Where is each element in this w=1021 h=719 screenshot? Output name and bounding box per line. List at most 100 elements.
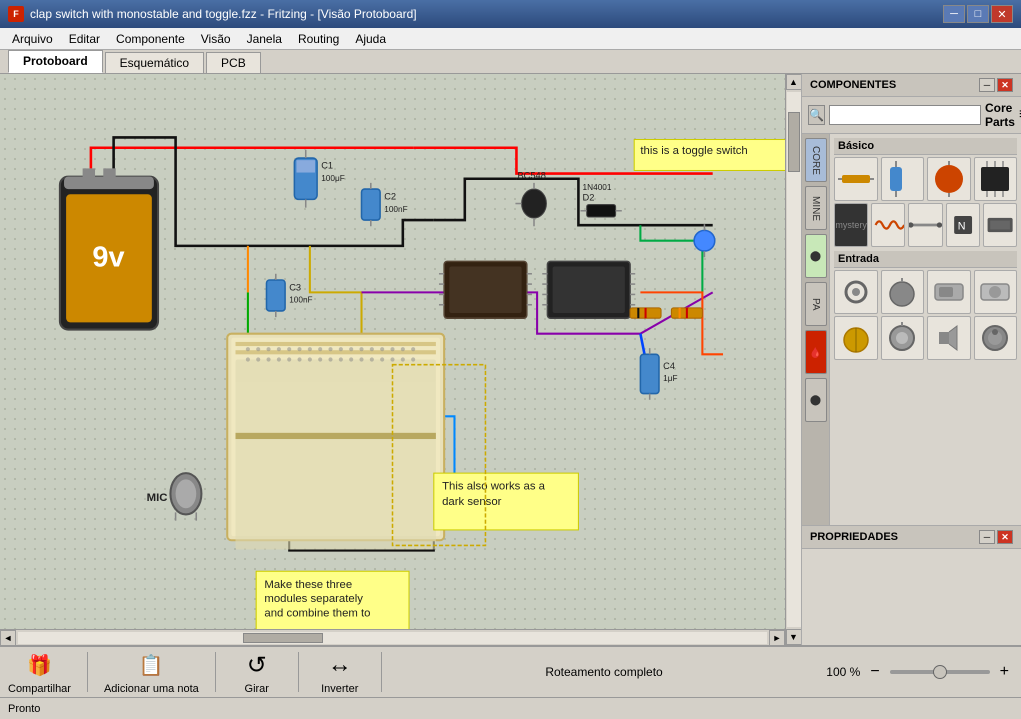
close-button[interactable]: ✕ xyxy=(991,5,1013,23)
cap-c3[interactable]: C3 100nF xyxy=(266,274,312,317)
comp-capacitor[interactable] xyxy=(881,157,925,201)
separator-3 xyxy=(298,652,299,692)
svg-text:C2: C2 xyxy=(384,191,396,201)
comp-row2: mystery N xyxy=(834,203,1017,247)
comp-switch[interactable] xyxy=(927,270,971,314)
zoom-minus-btn[interactable]: − xyxy=(866,663,883,681)
side-tab-other[interactable]: ⬤ xyxy=(805,378,827,422)
side-tab-mine[interactable]: MINE xyxy=(805,186,827,230)
zoom-thumb[interactable] xyxy=(933,665,947,679)
props-close-btn[interactable]: ✕ xyxy=(997,530,1013,544)
comp-potentiometer[interactable] xyxy=(881,270,925,314)
maximize-button[interactable]: □ xyxy=(967,5,989,23)
props-title: PROPRIEDADES xyxy=(810,531,898,543)
diode-d2[interactable]: D2 1N4001 xyxy=(580,183,621,217)
props-minimize-btn[interactable]: ─ xyxy=(979,530,995,544)
panel-header-buttons: ─ ✕ xyxy=(979,78,1013,92)
panel-close-btn[interactable]: ✕ xyxy=(997,78,1013,92)
properties-panel: PROPRIEDADES ─ ✕ xyxy=(802,525,1021,645)
bottom-toolbar: 🎁 Compartilhar 📋 Adicionar uma nota ↺ Gi… xyxy=(0,645,1021,697)
vertical-scrollbar: ▲ ▼ xyxy=(785,74,801,645)
menu-visao[interactable]: Visão xyxy=(193,30,239,48)
scroll-track-v[interactable] xyxy=(787,92,801,627)
comp-wire[interactable] xyxy=(908,203,942,247)
comp-ic[interactable] xyxy=(974,157,1018,201)
side-tab-core[interactable]: CORE xyxy=(805,138,827,182)
app-icon: F xyxy=(8,6,24,22)
svg-text:N: N xyxy=(957,220,965,232)
battery-9v[interactable]: 9v xyxy=(60,168,158,329)
panel-minimize-btn[interactable]: ─ xyxy=(979,78,995,92)
transistor-bc548[interactable]: BC548 xyxy=(515,171,546,227)
zoom-level: 100 % xyxy=(826,665,860,679)
flip-button[interactable]: ↔ Inverter xyxy=(315,649,365,695)
breadboard-main[interactable] xyxy=(227,334,444,550)
comp-mystery[interactable]: mystery xyxy=(834,203,868,247)
comp-led[interactable] xyxy=(927,157,971,201)
tab-protoboard[interactable]: Protoboard xyxy=(8,50,103,73)
status-text: Pronto xyxy=(8,703,40,715)
svg-text:9v: 9v xyxy=(92,242,124,274)
menu-arquivo[interactable]: Arquivo xyxy=(4,30,61,48)
search-input[interactable] xyxy=(829,105,981,125)
menu-editar[interactable]: Editar xyxy=(61,30,108,48)
minimize-button[interactable]: ─ xyxy=(943,5,965,23)
menu-routing[interactable]: Routing xyxy=(290,30,347,48)
side-tab-pa[interactable]: PA xyxy=(805,282,827,326)
svg-text:100μF: 100μF xyxy=(321,174,345,183)
comp-button[interactable] xyxy=(974,270,1018,314)
scroll-thumb-v[interactable] xyxy=(788,112,800,172)
comp-gear[interactable] xyxy=(834,270,878,314)
tab-esquematico[interactable]: Esquemático xyxy=(105,52,204,73)
canvas-wrapper: 9v xyxy=(0,74,801,645)
comp-n-chip[interactable]: N xyxy=(946,203,980,247)
microphone[interactable] xyxy=(170,473,201,521)
comp-globe[interactable] xyxy=(834,316,878,360)
ic-chip1[interactable] xyxy=(542,261,635,318)
zoom-slider[interactable] xyxy=(890,670,990,674)
menu-ajuda[interactable]: Ajuda xyxy=(347,30,394,48)
add-note-button[interactable]: 📋 Adicionar uma nota xyxy=(104,649,199,695)
cap-c2[interactable]: C2 100nF xyxy=(362,183,408,226)
rotate-icon: ↺ xyxy=(239,649,275,681)
resistor-row2[interactable] xyxy=(630,308,702,318)
svg-text:100nF: 100nF xyxy=(289,296,312,305)
view-tabs: Protoboard Esquemático PCB xyxy=(0,50,1021,74)
note-combine: Make these three modules separately and … xyxy=(256,571,409,631)
separator-4 xyxy=(381,652,382,692)
side-tab-blood[interactable]: 🩸 xyxy=(805,330,827,374)
led-blue[interactable] xyxy=(694,224,715,257)
props-header-buttons: ─ ✕ xyxy=(979,530,1013,544)
title-left: F clap switch with monostable and toggle… xyxy=(8,6,417,22)
menu-componente[interactable]: Componente xyxy=(108,30,193,48)
tab-pcb[interactable]: PCB xyxy=(206,52,261,73)
canvas-row: 9v xyxy=(0,74,801,645)
main-area: 9v xyxy=(0,74,1021,645)
window-controls: ─ □ ✕ xyxy=(943,5,1013,23)
side-tab-arduino[interactable]: ⬤ xyxy=(805,234,827,278)
comp-resistor[interactable] xyxy=(834,157,878,201)
comp-speaker[interactable] xyxy=(927,316,971,360)
comp-dark-rect[interactable] xyxy=(983,203,1017,247)
comp-dial[interactable] xyxy=(974,316,1018,360)
components-panel-header: COMPONENTES ─ ✕ xyxy=(802,74,1021,97)
search-icon-button[interactable]: 🔍 xyxy=(808,105,825,125)
scroll-right-arrow[interactable]: ► xyxy=(769,630,785,646)
comp-coil[interactable] xyxy=(871,203,905,247)
scroll-left-arrow[interactable]: ◄ xyxy=(0,630,16,646)
scroll-up-arrow[interactable]: ▲ xyxy=(786,74,802,90)
comp-motor[interactable] xyxy=(881,316,925,360)
share-button[interactable]: 🎁 Compartilhar xyxy=(8,649,71,695)
components-grid: Básico xyxy=(830,134,1021,525)
menu-janela[interactable]: Janela xyxy=(239,30,290,48)
horizontal-scrollbar[interactable]: ◄ ► xyxy=(0,629,785,645)
zoom-controls: 100 % − + xyxy=(826,663,1013,681)
cap-c4[interactable]: C4 1μF xyxy=(640,348,677,400)
canvas-area[interactable]: 9v xyxy=(0,74,785,645)
cap-c1[interactable]: C1 100μF xyxy=(294,150,344,208)
zoom-plus-btn[interactable]: + xyxy=(996,663,1013,681)
section-entrada: Entrada xyxy=(834,251,1017,268)
rotate-button[interactable]: ↺ Girar xyxy=(232,649,282,695)
ic-chip2[interactable] xyxy=(439,261,532,318)
scroll-down-arrow[interactable]: ▼ xyxy=(786,629,802,645)
